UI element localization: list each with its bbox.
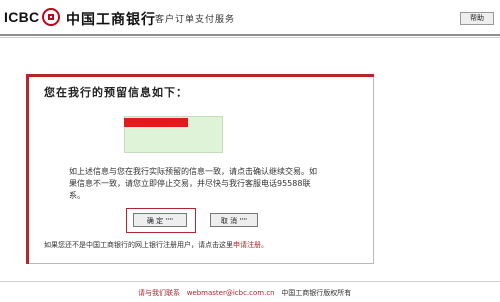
register-note-text: 如果您还不是中国工商银行的网上银行注册用户，请点击这里 bbox=[44, 241, 233, 249]
reserved-info-redacted bbox=[124, 118, 188, 127]
panel-title: 您在我行的预留信息如下： bbox=[44, 86, 188, 99]
header-divider bbox=[0, 34, 500, 36]
panel-top-accent bbox=[26, 74, 374, 77]
email-link[interactable]: webmaster@icbc.com.cn bbox=[187, 289, 275, 297]
ok-button[interactable]: 确 定 '''' bbox=[133, 213, 187, 227]
help-button[interactable]: 帮助 bbox=[460, 12, 494, 25]
header: ICBC 中国工商银行 客户订单支付服务 帮助 bbox=[0, 0, 500, 36]
confirmation-message: 如上述信息与您在我行实际预留的信息一致，请点击确认继续交易。如果信息不一致，请您… bbox=[69, 167, 317, 200]
contact-link[interactable]: 请与我们联系 bbox=[138, 289, 180, 297]
icbc-wordmark: ICBC bbox=[4, 9, 40, 25]
copyright-text: 中国工商银行版权所有 bbox=[281, 289, 352, 297]
footer-divider bbox=[0, 281, 500, 282]
icbc-logo-icon bbox=[42, 8, 60, 26]
cancel-button[interactable]: 取 消 '''' bbox=[210, 213, 258, 227]
bank-name: 中国工商银行 bbox=[66, 12, 156, 28]
register-note: 如果您还不是中国工商银行的网上银行注册用户，请点击这里申请注册。 bbox=[44, 240, 268, 250]
footer: 请与我们联系 webmaster@icbc.com.cn 中国工商银行版权所有 bbox=[138, 288, 351, 298]
service-name: 客户订单支付服务 bbox=[155, 15, 236, 25]
header-divider-light bbox=[0, 37, 500, 38]
register-link[interactable]: 申请注册。 bbox=[233, 241, 268, 249]
panel-left-accent bbox=[26, 74, 29, 264]
